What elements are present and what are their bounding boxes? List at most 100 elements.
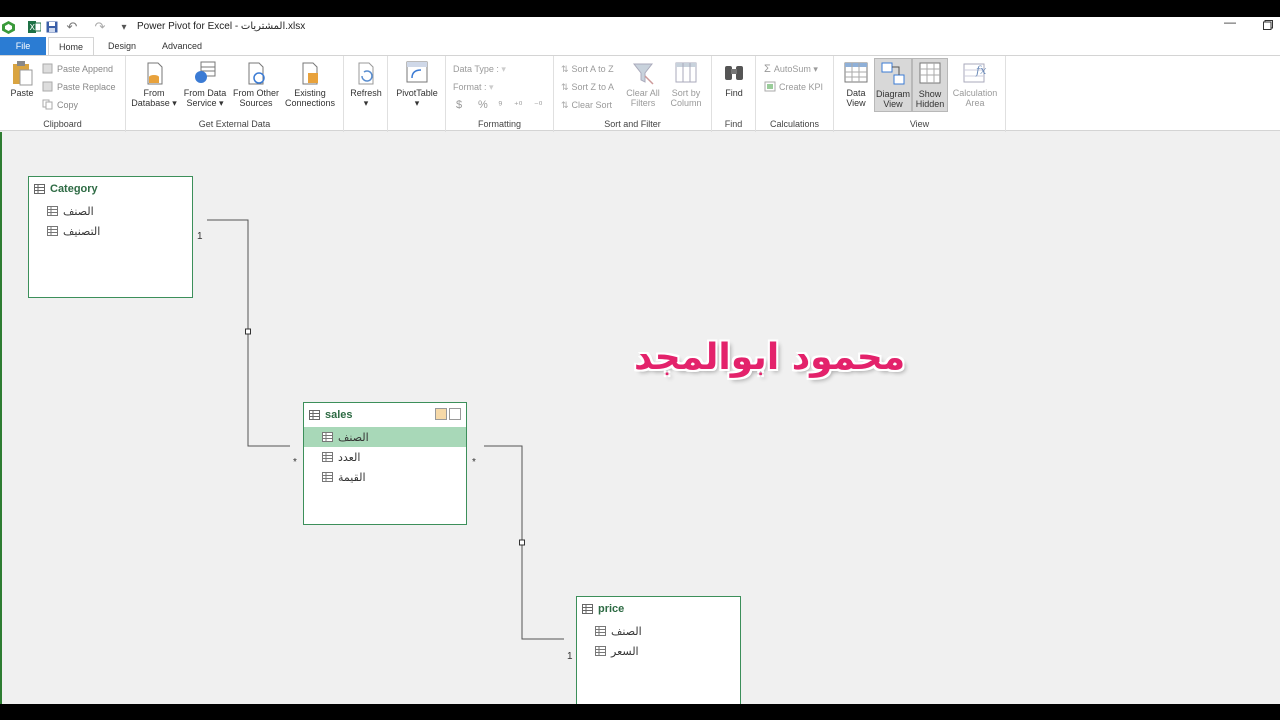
kpi-icon (764, 81, 776, 92)
refresh-label: Refresh (350, 88, 382, 98)
diagram-view-label-2: View (883, 99, 903, 109)
autosum-label: AutoSum (773, 64, 811, 74)
paste-replace-button[interactable]: Paste Replace (42, 80, 116, 94)
minimize-icon[interactable]: — (1224, 17, 1236, 29)
paste-button[interactable]: Paste (8, 60, 36, 98)
sort-za-label: Sort Z to A (571, 82, 615, 92)
table-field-selected[interactable]: الصنف (304, 427, 466, 447)
sort-by-label-2: Column (670, 98, 702, 108)
sort-by-column-button[interactable]: Sort by Column (664, 60, 708, 108)
table-price[interactable]: price الصنف السعر (576, 596, 741, 704)
table-header[interactable]: sales (304, 403, 466, 427)
clear-all-filters-button[interactable]: Clear All Filters (624, 60, 662, 108)
field-name: العدد (338, 451, 361, 464)
ribbon-tabs: File Home Design Advanced (0, 37, 1280, 55)
data-view-button[interactable]: Data View (838, 60, 874, 108)
column-icon (47, 226, 58, 236)
from-database-label-2: Database (131, 98, 170, 108)
clipboard-group-label: Clipboard (43, 119, 82, 129)
table-category[interactable]: Category الصنف التصنيف (28, 176, 193, 298)
copy-button[interactable]: Copy (42, 98, 78, 112)
formatting-group: Data Type : ▾ Format : ▾ $ % ⁹ ⁺⁰ ⁻⁰ For… (446, 56, 554, 132)
existing-label-2: Connections (284, 98, 336, 108)
tab-home[interactable]: Home (48, 37, 94, 55)
clear-sort-button[interactable]: ⇅ Clear Sort (561, 98, 612, 112)
relation-one-label: 1 (567, 651, 573, 662)
bottom-letterbox (0, 704, 1280, 720)
calculations-group: Σ AutoSum ▾ Create KPI Calculations (756, 56, 834, 132)
table-field[interactable]: السعر (577, 641, 740, 661)
tab-advanced[interactable]: Advanced (152, 37, 212, 55)
comma-button[interactable]: ⁹ (498, 98, 503, 112)
excel-icon[interactable]: X (27, 20, 41, 34)
column-icon (595, 646, 606, 656)
external-data-group-label: Get External Data (198, 119, 271, 129)
existing-connections-button[interactable]: Existing Connections (282, 60, 338, 108)
relation-many-label: * (293, 457, 297, 468)
table-field[interactable]: التصنيف (29, 221, 192, 241)
create-hierarchy-icon[interactable] (435, 408, 447, 420)
redo-icon[interactable]: ↷ (93, 19, 107, 34)
sort-by-column-icon (675, 62, 697, 83)
from-other-label-1: From Other (232, 88, 279, 98)
from-data-service-button[interactable]: From Data Service ▾ (180, 60, 230, 108)
column-icon (322, 472, 333, 482)
refresh-button[interactable]: Refresh ▾ (348, 60, 384, 108)
currency-button[interactable]: $ (456, 98, 462, 112)
calculation-area-button[interactable]: fx Calculation Area (948, 60, 1002, 108)
clear-all-label-1: Clear All (626, 88, 660, 98)
diagram-view-button[interactable]: Diagram View (874, 58, 912, 112)
clear-sort-label: Clear Sort (571, 100, 613, 110)
clipboard-group: Paste Paste Append Paste Replace Copy Cl… (0, 56, 126, 132)
from-data-service-label-1: From Data (183, 88, 227, 98)
field-name: السعر (611, 645, 639, 658)
increase-decimal-button[interactable]: ⁺⁰ (514, 98, 522, 112)
pivottable-button[interactable]: PivotTable ▾ (394, 60, 440, 108)
sort-z-a-button[interactable]: ⇅ Sort Z to A (561, 80, 614, 94)
undo-icon[interactable]: ↶ (65, 19, 79, 34)
diagram-canvas[interactable]: 1 * * 1 Category الصنف التصنيف sales الص… (0, 132, 1280, 704)
percent-button[interactable]: % (478, 98, 488, 112)
relationship-category-sales (207, 219, 290, 447)
decrease-decimal-button[interactable]: ⁻⁰ (534, 98, 542, 112)
table-field[interactable]: القيمة (304, 467, 466, 487)
paste-label: Paste (10, 88, 34, 98)
existing-label-1: Existing (294, 88, 326, 98)
sort-a-z-button[interactable]: ⇅ Sort A to Z (561, 62, 614, 76)
refresh-group: Refresh ▾ (344, 56, 388, 132)
field-name: القيمة (338, 471, 366, 484)
data-type-dropdown[interactable]: Data Type : ▾ (453, 62, 506, 76)
show-hidden-button[interactable]: Show Hidden (912, 58, 948, 112)
paste-append-button[interactable]: Paste Append (42, 62, 113, 76)
table-field[interactable]: الصنف (29, 201, 192, 221)
create-kpi-button[interactable]: Create KPI (764, 80, 823, 94)
data-view-label-2: View (846, 98, 866, 108)
paste-replace-label: Paste Replace (57, 82, 116, 92)
data-type-label: Data Type : (453, 64, 499, 74)
relationship-sales-price (484, 445, 564, 640)
find-button[interactable]: Find (718, 60, 750, 98)
tab-file[interactable]: File (0, 37, 46, 55)
database-icon (147, 62, 163, 85)
table-header[interactable]: Category (29, 177, 192, 201)
from-database-label-1: From (143, 88, 165, 98)
tab-design[interactable]: Design (100, 37, 144, 55)
clear-all-label-2: Filters (630, 98, 656, 108)
title-bar: X ↶ ↷ ▾ Power Pivot for Excel - المشتريا… (0, 17, 1280, 37)
maximize-table-icon[interactable] (449, 408, 461, 420)
table-field[interactable]: الصنف (577, 621, 740, 641)
existing-connections-icon (302, 62, 318, 85)
save-icon[interactable] (45, 20, 59, 34)
paste-append-label: Paste Append (57, 64, 114, 74)
quick-access-dropdown-icon[interactable]: ▾ (117, 20, 131, 34)
table-sales[interactable]: sales الصنف العدد القيمة (303, 402, 467, 525)
from-database-button[interactable]: From Database ▾ (130, 60, 178, 108)
data-view-icon (844, 62, 868, 83)
from-other-sources-button[interactable]: From Other Sources (230, 60, 282, 108)
autosum-button[interactable]: Σ AutoSum ▾ (764, 62, 818, 76)
restore-icon[interactable] (1263, 19, 1273, 33)
table-name: Category (50, 183, 98, 195)
table-header[interactable]: price (577, 597, 740, 621)
table-field[interactable]: العدد (304, 447, 466, 467)
format-dropdown[interactable]: Format : ▾ (453, 80, 494, 94)
